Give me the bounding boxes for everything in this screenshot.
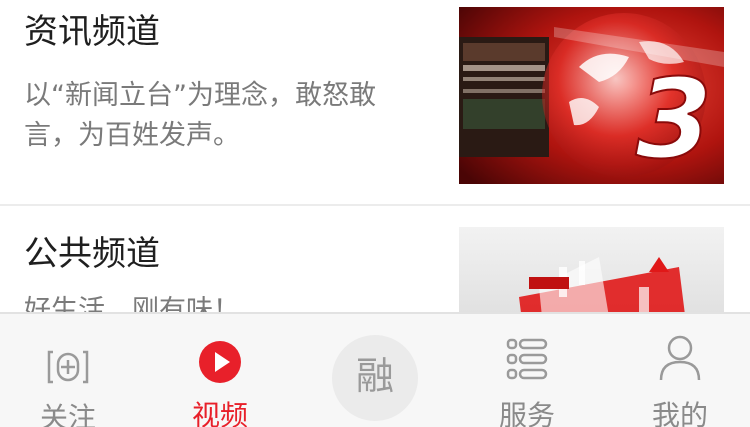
channel-title: 资讯频道 <box>24 12 160 52</box>
tab-label: 关注 <box>39 401 96 427</box>
video-play-icon <box>199 341 241 383</box>
channel-thumbnail[interactable]: 3 <box>459 7 724 184</box>
follow-plus-icon <box>47 350 89 384</box>
tab-follow[interactable]: 关注 <box>8 314 128 427</box>
channel-description: 好生活，刚有味！ <box>24 295 240 312</box>
channel-thumbnail[interactable] <box>459 227 724 312</box>
bottom-tab-bar: 关注 视频 融 服务 我的 <box>0 312 750 427</box>
center-rong-label: 融 <box>355 354 394 398</box>
tab-label: 我的 <box>651 399 708 427</box>
news-channel-3-logo: 3 <box>459 7 724 184</box>
channel-description: 以“新闻立台”为理念，敢怒敢言，为百姓发声。 <box>24 80 376 151</box>
service-list-icon <box>506 338 548 380</box>
channel-card-news[interactable]: 资讯频道 以“新闻立台”为理念，敢怒敢言，为百姓发声。 3 <box>0 0 750 205</box>
tab-profile[interactable]: 我的 <box>620 314 740 427</box>
tab-label: 视频 <box>191 399 248 427</box>
channel-title: 公共频道 <box>24 234 160 274</box>
tab-service[interactable]: 服务 <box>467 314 587 427</box>
center-rong-button[interactable]: 融 <box>332 335 418 421</box>
divider <box>0 204 750 206</box>
tab-video[interactable]: 视频 <box>160 314 280 427</box>
public-channel-logo <box>459 227 724 312</box>
tab-label: 服务 <box>498 399 555 427</box>
channel-card-public[interactable]: 公共频道 好生活，刚有味！ <box>0 207 750 312</box>
user-profile-icon <box>659 335 701 381</box>
svg-text:3: 3 <box>636 55 713 183</box>
channel-feed: 资讯频道 以“新闻立台”为理念，敢怒敢言，为百姓发声。 3 公共频道 好生活，刚… <box>0 0 750 312</box>
